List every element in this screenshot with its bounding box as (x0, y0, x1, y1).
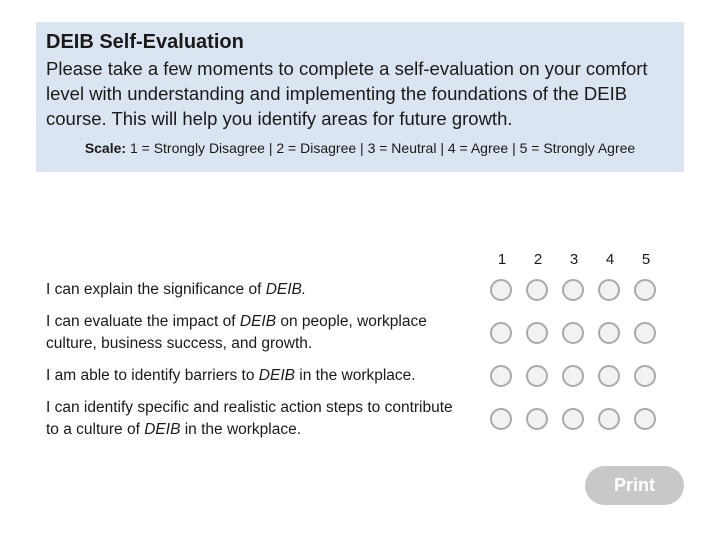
rating-radio-5[interactable] (634, 322, 656, 344)
statement-text: I can evaluate the impact of DEIB on peo… (46, 313, 427, 352)
rating-radio-2[interactable] (526, 408, 548, 430)
intro-text: Please take a few moments to complete a … (46, 58, 648, 129)
scale-number-2: 2 (533, 251, 543, 268)
statement-text: I can identify specific and realistic ac… (46, 399, 453, 438)
rating-group (490, 279, 690, 305)
scale-number-1: 1 (497, 251, 507, 268)
rating-radio-2[interactable] (526, 322, 548, 344)
scale-legend-label: Scale: (84, 140, 127, 156)
scale-column-headers: 1 2 3 4 5 (484, 251, 666, 269)
statement-text: I can explain the significance of DEIB. (46, 281, 307, 298)
rating-radio-4[interactable] (598, 365, 620, 387)
scale-number-5: 5 (641, 251, 651, 268)
rating-group (490, 365, 690, 391)
rating-radio-3[interactable] (562, 408, 584, 430)
rating-radio-3[interactable] (562, 365, 584, 387)
rating-radio-2[interactable] (526, 279, 548, 301)
rating-radio-2[interactable] (526, 365, 548, 387)
rating-group (490, 408, 690, 434)
statement-text: I am able to identify barriers to DEIB i… (46, 367, 416, 384)
rating-radio-1[interactable] (490, 365, 512, 387)
rating-radio-4[interactable] (598, 322, 620, 344)
rating-radio-1[interactable] (490, 408, 512, 430)
rating-radio-1[interactable] (490, 279, 512, 301)
rating-radio-3[interactable] (562, 279, 584, 301)
rating-radio-5[interactable] (634, 365, 656, 387)
scale-legend-text: 1 = Strongly Disagree | 2 = Disagree | 3… (126, 140, 636, 156)
instructions-panel: DEIB Self-Evaluation Please take a few m… (36, 22, 684, 172)
page-title: DEIB Self-Evaluation (46, 31, 244, 53)
rating-radio-5[interactable] (634, 279, 656, 301)
scale-number-3: 3 (569, 251, 579, 268)
rating-radio-3[interactable] (562, 322, 584, 344)
rating-radio-4[interactable] (598, 279, 620, 301)
rating-radio-4[interactable] (598, 408, 620, 430)
rating-group (490, 322, 690, 348)
rating-radio-5[interactable] (634, 408, 656, 430)
scale-number-4: 4 (605, 251, 615, 268)
rating-radio-1[interactable] (490, 322, 512, 344)
scale-legend: Scale: 1 = Strongly Disagree | 2 = Disag… (46, 140, 674, 156)
print-button[interactable]: Print (585, 466, 684, 505)
